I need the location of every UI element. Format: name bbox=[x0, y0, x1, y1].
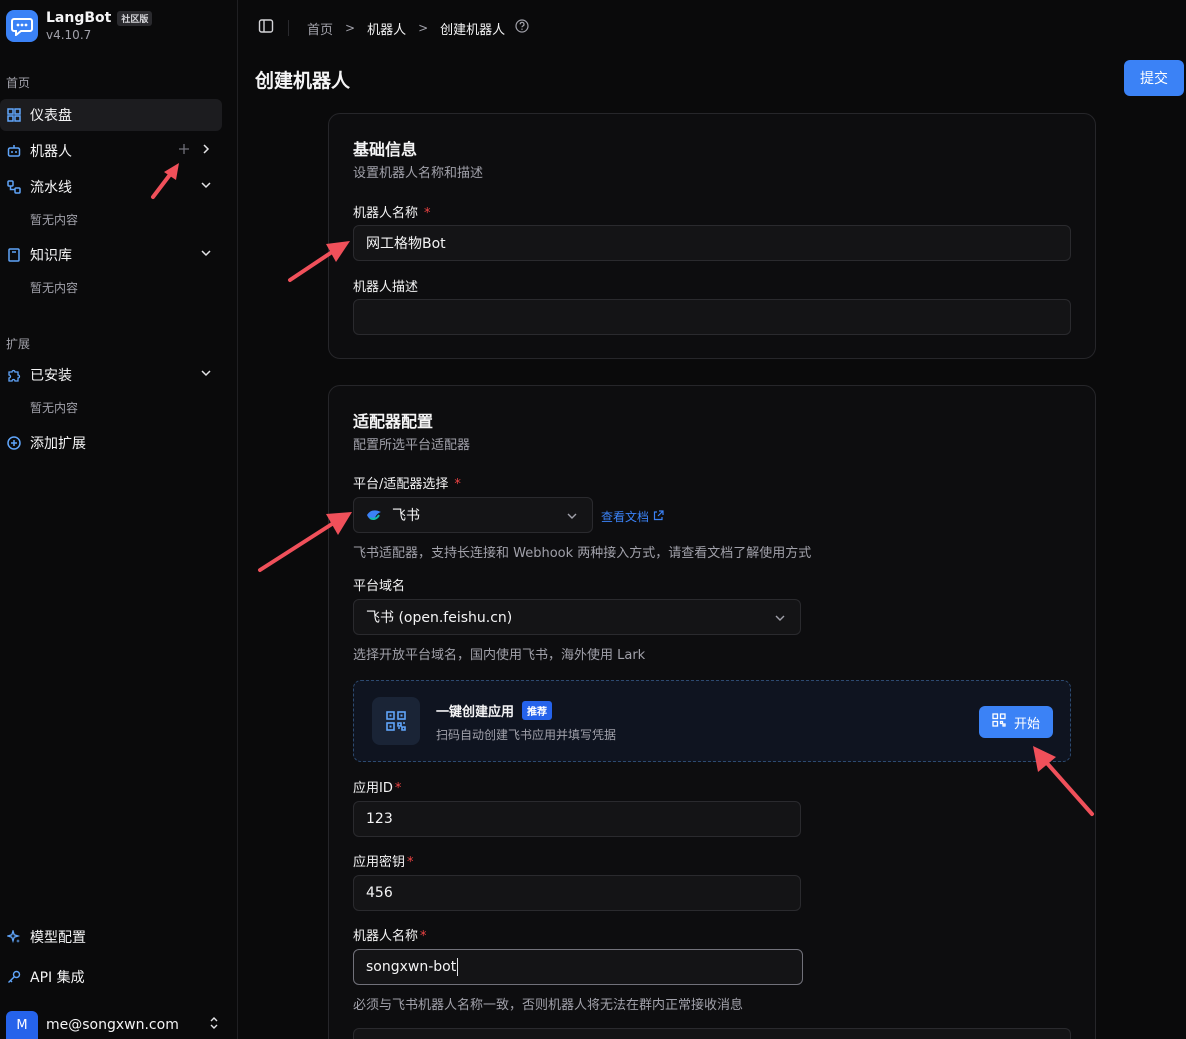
sidebar-item-installed[interactable]: 已安装 bbox=[0, 359, 222, 391]
sidebar-toggle-icon[interactable] bbox=[258, 18, 274, 38]
bot-icon bbox=[6, 143, 22, 159]
qr-code-icon bbox=[992, 713, 1006, 731]
sidebar-item-label: 已安装 bbox=[30, 368, 72, 384]
top-bar: 首页 > 机器人 > 创建机器人 bbox=[238, 0, 1186, 56]
chevron-down-icon[interactable] bbox=[200, 247, 212, 263]
chevron-down-icon[interactable] bbox=[200, 367, 212, 383]
sparkle-icon bbox=[6, 929, 22, 945]
installed-empty-text: 暂无内容 bbox=[30, 401, 79, 415]
pipelines-empty-text: 暂无内容 bbox=[30, 213, 79, 227]
section-home-label: 首页 bbox=[6, 76, 31, 90]
chevrons-up-down-icon bbox=[208, 1016, 220, 1034]
user-menu[interactable]: M me@songxwn.com bbox=[6, 1011, 220, 1039]
sidebar-item-models[interactable]: 模型配置 bbox=[0, 921, 222, 953]
brand-name: LangBot bbox=[46, 10, 112, 26]
workflow-icon bbox=[6, 179, 22, 195]
domain-label: 平台域名 bbox=[353, 579, 406, 594]
app-id-label: 应用ID * bbox=[353, 781, 402, 796]
quick-create-desc: 扫码自动创建飞书应用并填写凭据 bbox=[436, 728, 617, 742]
submit-button[interactable]: 提交 bbox=[1124, 60, 1184, 96]
domain-select[interactable]: 飞书 (open.feishu.cn) bbox=[353, 599, 801, 635]
app-id-input[interactable]: 123 bbox=[353, 801, 801, 837]
quick-create-panel: 一键创建应用 推荐 扫码自动创建飞书应用并填写凭据 开始 bbox=[353, 680, 1071, 762]
platform-value: 飞书 bbox=[392, 508, 420, 524]
recommended-badge: 推荐 bbox=[522, 701, 553, 720]
app-secret-label: 应用密钥 * bbox=[353, 855, 414, 870]
bot-name-label: 机器人名称 * bbox=[353, 206, 431, 221]
breadcrumb-current: 创建机器人 bbox=[440, 22, 506, 38]
chevron-down-icon bbox=[774, 612, 786, 628]
sidebar-item-label: 模型配置 bbox=[30, 930, 86, 946]
bot-desc-input[interactable] bbox=[353, 299, 1071, 335]
chevron-down-icon[interactable] bbox=[200, 179, 212, 195]
sidebar-item-add-extension[interactable]: 添加扩展 bbox=[0, 427, 222, 459]
sidebar-item-label: 知识库 bbox=[30, 248, 72, 264]
platform-select[interactable]: 飞书 bbox=[353, 497, 593, 533]
avatar: M bbox=[6, 1011, 38, 1039]
sidebar-item-pipelines[interactable]: 流水线 bbox=[0, 171, 222, 203]
page-title: 创建机器人 bbox=[255, 70, 351, 92]
basic-info-desc: 设置机器人名称和描述 bbox=[353, 166, 484, 181]
bot-desc-label: 机器人描述 bbox=[353, 280, 419, 295]
bot-display-name-label: 机器人名称 * bbox=[353, 929, 427, 944]
sidebar-item-bots[interactable]: 机器人 bbox=[0, 135, 222, 167]
start-button[interactable]: 开始 bbox=[979, 706, 1053, 738]
platform-hint: 飞书适配器，支持长连接和 Webhook 两种接入方式，请查看文档了解使用方式 bbox=[353, 546, 812, 561]
version-label: v4.10.7 bbox=[46, 28, 92, 42]
chevron-down-icon bbox=[566, 510, 578, 526]
breadcrumb-separator-icon: > bbox=[418, 21, 429, 35]
domain-hint: 选择开放平台域名，国内使用飞书，海外使用 Lark bbox=[353, 648, 646, 663]
sidebar: LangBot 社区版 v4.10.7 首页 仪表盘 机器人 流水线 暂无内容 知… bbox=[0, 0, 238, 1039]
breadcrumb-separator-icon: > bbox=[345, 21, 356, 35]
qr-code-icon bbox=[372, 697, 420, 745]
brand[interactable]: LangBot 社区版 v4.10.7 bbox=[6, 10, 153, 42]
text-cursor bbox=[457, 958, 459, 976]
adapter-title: 适配器配置 bbox=[353, 412, 434, 431]
bot-display-name-hint: 必须与飞书机器人名称一致，否则机器人将无法在群内正常接收消息 bbox=[353, 998, 744, 1013]
knowledge-empty-text: 暂无内容 bbox=[30, 281, 79, 295]
platform-label: 平台/适配器选择 * bbox=[353, 477, 461, 492]
sidebar-item-knowledge[interactable]: 知识库 bbox=[0, 239, 222, 271]
divider bbox=[288, 20, 289, 36]
next-field-input[interactable] bbox=[353, 1028, 1071, 1039]
breadcrumb-home[interactable]: 首页 bbox=[307, 19, 333, 38]
bot-display-name-input[interactable]: songxwn-bot bbox=[353, 949, 803, 985]
sidebar-item-label: API 集成 bbox=[30, 970, 85, 986]
bot-name-input[interactable]: 网工格物Bot bbox=[353, 225, 1071, 261]
book-icon bbox=[6, 247, 22, 263]
dashboard-icon bbox=[6, 107, 22, 123]
app-secret-input[interactable]: 456 bbox=[353, 875, 801, 911]
external-link-icon bbox=[653, 509, 664, 524]
domain-value: 飞书 (open.feishu.cn) bbox=[366, 610, 513, 626]
section-extensions-label: 扩展 bbox=[6, 337, 31, 351]
quick-create-title: 一键创建应用 bbox=[436, 705, 515, 720]
langbot-logo-icon bbox=[6, 10, 38, 42]
sidebar-item-dashboard[interactable]: 仪表盘 bbox=[0, 99, 222, 131]
puzzle-icon bbox=[6, 367, 22, 383]
edition-badge: 社区版 bbox=[117, 10, 153, 26]
view-docs-link[interactable]: 查看文档 bbox=[601, 508, 664, 525]
sidebar-item-label: 流水线 bbox=[30, 180, 72, 196]
plus-icon[interactable] bbox=[178, 143, 190, 159]
basic-info-title: 基础信息 bbox=[353, 140, 418, 159]
sidebar-item-label: 仪表盘 bbox=[30, 108, 72, 124]
sidebar-item-label: 机器人 bbox=[30, 144, 72, 160]
plus-circle-icon bbox=[6, 435, 22, 451]
chevron-right-icon[interactable] bbox=[200, 143, 212, 159]
basic-info-card: 基础信息 设置机器人名称和描述 机器人名称 * 网工格物Bot 机器人描述 bbox=[328, 113, 1096, 359]
user-email: me@songxwn.com bbox=[46, 1017, 179, 1033]
key-icon bbox=[6, 969, 22, 985]
sidebar-item-api[interactable]: API 集成 bbox=[0, 961, 222, 993]
sidebar-item-label: 添加扩展 bbox=[30, 436, 86, 452]
adapter-desc: 配置所选平台适配器 bbox=[353, 438, 471, 453]
feishu-logo-icon bbox=[366, 508, 382, 522]
help-circle-icon[interactable] bbox=[515, 19, 529, 37]
breadcrumb-bots[interactable]: 机器人 bbox=[367, 19, 406, 38]
